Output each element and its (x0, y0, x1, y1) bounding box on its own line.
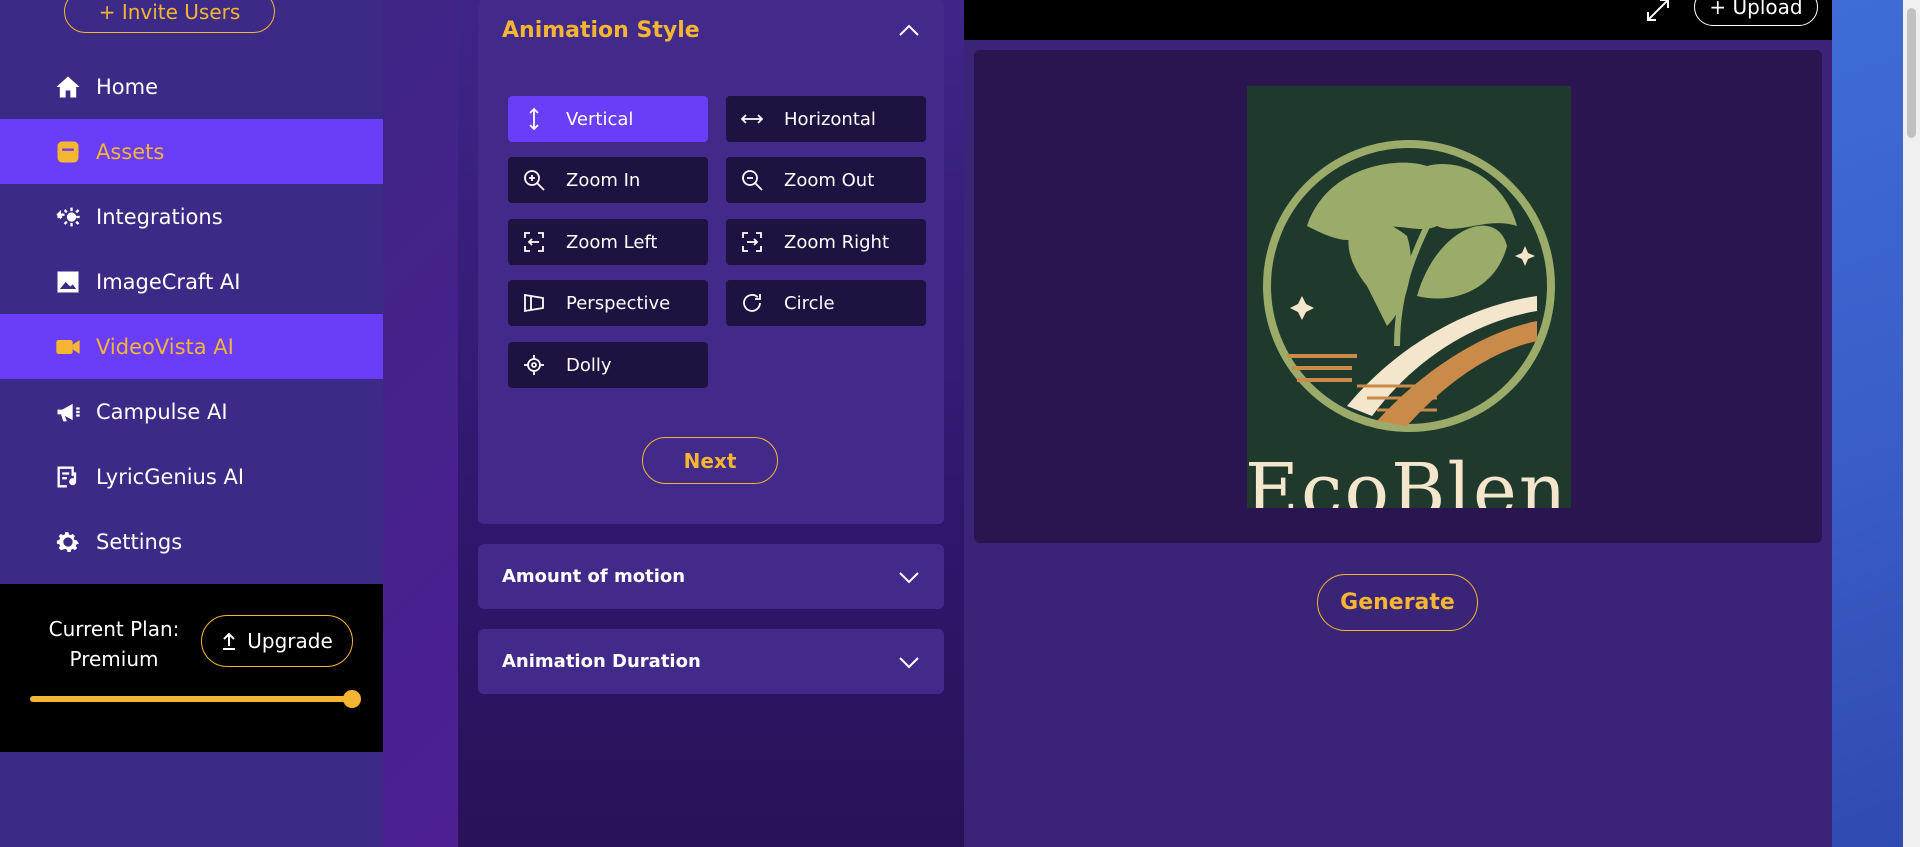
option-zoom-in[interactable]: Zoom In (508, 157, 708, 203)
amount-of-motion-title: Amount of motion (502, 566, 686, 587)
current-plan-label: Current Plan: Premium (48, 617, 180, 671)
integrations-icon (53, 202, 83, 232)
sidebar-item-label: LyricGenius AI (96, 464, 245, 489)
plan-usage-slider[interactable] (30, 690, 361, 708)
option-horizontal[interactable]: Horizontal (726, 96, 926, 142)
plan-usage-thumb[interactable] (343, 690, 361, 708)
dolly-icon (520, 351, 548, 379)
sidebar-item-label: Integrations (96, 204, 223, 229)
sidebar-item-label: Campulse AI (96, 399, 228, 424)
option-label: Dolly (566, 354, 612, 376)
eco-logo-graphic (1263, 140, 1555, 432)
lyrics-icon (53, 462, 83, 492)
sidebar-item-label: Settings (96, 529, 183, 554)
preview-card: EcoBlenc (974, 50, 1822, 543)
expand-icon[interactable] (1644, 0, 1674, 26)
sidebar-item-label: Home (96, 74, 159, 99)
sidebar-item-label: VideoVista AI (96, 334, 234, 359)
generate-button[interactable]: Generate (1317, 574, 1478, 631)
sidebar-item-lyricgenius[interactable]: LyricGenius AI (0, 444, 383, 509)
circle-arrow-icon (738, 289, 766, 317)
upgrade-button[interactable]: Upgrade (201, 615, 353, 667)
animation-duration-title: Animation Duration (502, 651, 701, 672)
upgrade-label: Upgrade (247, 629, 333, 653)
option-label: Zoom Left (566, 231, 658, 253)
next-button[interactable]: Next (642, 437, 778, 484)
megaphone-icon (53, 397, 83, 427)
gear-icon (53, 527, 83, 557)
option-circle[interactable]: Circle (726, 280, 926, 326)
chevron-down-icon[interactable] (896, 564, 922, 590)
chevron-down-icon[interactable] (896, 649, 922, 675)
sidebar: + Invite Users Home Assets Integrations (0, 0, 383, 847)
option-perspective[interactable]: Perspective (508, 280, 708, 326)
assets-icon (53, 137, 83, 167)
sidebar-item-videovista[interactable]: VideoVista AI (0, 314, 383, 379)
option-label: Zoom In (566, 169, 641, 191)
option-label: Perspective (566, 292, 671, 314)
animation-style-panel: Animation Style Vertical Horizontal Zoom… (478, 0, 944, 524)
zoom-right-icon (738, 228, 766, 256)
animation-duration-panel[interactable]: Animation Duration (478, 629, 944, 694)
animation-style-title: Animation Style (502, 18, 700, 43)
sidebar-item-label: ImageCraft AI (96, 269, 241, 294)
plan-box: Current Plan: Premium Upgrade (0, 584, 383, 752)
preview-topbar: + Upload (964, 0, 1832, 40)
option-vertical[interactable]: Vertical (508, 96, 708, 142)
animation-settings-column: Animation Style Vertical Horizontal Zoom… (458, 0, 964, 847)
plan-usage-fill (30, 696, 352, 702)
option-label: Vertical (566, 108, 634, 130)
preview-image: EcoBlenc (1247, 86, 1571, 508)
upload-button[interactable]: + Upload (1694, 0, 1818, 26)
invite-users-button[interactable]: + Invite Users (64, 0, 275, 33)
scrollbar-thumb[interactable] (1907, 8, 1916, 138)
sidebar-item-integrations[interactable]: Integrations (0, 184, 383, 249)
home-icon (53, 72, 83, 102)
option-label: Circle (784, 292, 835, 314)
sidebar-item-label: Assets (96, 139, 165, 164)
image-icon (53, 267, 83, 297)
sidebar-item-campulse[interactable]: Campulse AI (0, 379, 383, 444)
perspective-icon (520, 289, 548, 317)
option-zoom-right[interactable]: Zoom Right (726, 219, 926, 265)
preview-column: + Upload EcoBlenc (964, 0, 1832, 847)
sidebar-item-assets[interactable]: Assets (0, 119, 383, 184)
option-label: Zoom Out (784, 169, 875, 191)
option-label: Horizontal (784, 108, 876, 130)
zoom-left-icon (520, 228, 548, 256)
scrollbar[interactable] (1903, 0, 1920, 847)
zoom-in-icon (520, 166, 548, 194)
sidebar-item-home[interactable]: Home (0, 54, 383, 119)
amount-of-motion-panel[interactable]: Amount of motion (478, 544, 944, 609)
option-label: Zoom Right (784, 231, 890, 253)
vertical-arrows-icon (520, 105, 548, 133)
sidebar-item-imagecraft[interactable]: ImageCraft AI (0, 249, 383, 314)
option-zoom-left[interactable]: Zoom Left (508, 219, 708, 265)
horizontal-arrows-icon (738, 105, 766, 133)
video-icon (53, 332, 83, 362)
logo-text: EcoBlenc (1247, 448, 1571, 508)
upload-arrow-icon (223, 632, 236, 650)
sidebar-nav: Home Assets Integrations ImageCraft AI V… (0, 54, 383, 574)
sidebar-item-settings[interactable]: Settings (0, 509, 383, 574)
option-dolly[interactable]: Dolly (508, 342, 708, 388)
zoom-out-icon (738, 166, 766, 194)
option-zoom-out[interactable]: Zoom Out (726, 157, 926, 203)
chevron-up-icon[interactable] (896, 18, 922, 44)
